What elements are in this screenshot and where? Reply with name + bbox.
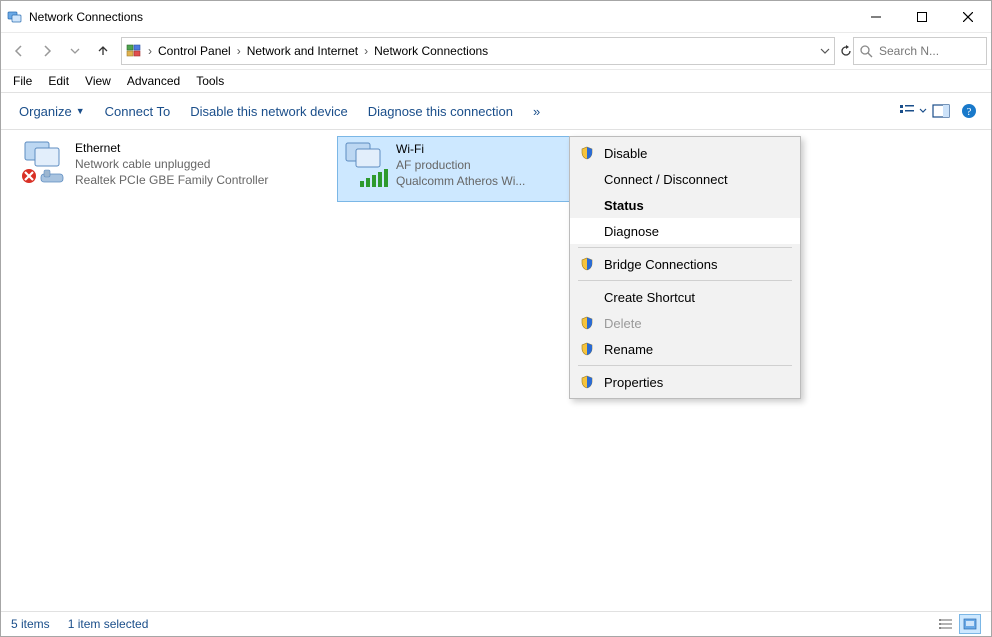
breadcrumb-0[interactable]: Control Panel bbox=[158, 44, 231, 58]
view-details-button[interactable] bbox=[935, 614, 957, 634]
shield-icon bbox=[578, 375, 596, 389]
context-item-label: Diagnose bbox=[604, 224, 659, 239]
svg-text:?: ? bbox=[967, 106, 972, 118]
view-tiles-button[interactable] bbox=[959, 614, 981, 634]
titlebar: Network Connections bbox=[1, 1, 991, 33]
connection-device: Realtek PCIe GBE Family Controller bbox=[75, 172, 283, 188]
back-button[interactable] bbox=[5, 37, 33, 65]
preview-pane-button[interactable] bbox=[927, 97, 955, 125]
context-item-label: Disable bbox=[604, 146, 647, 161]
breadcrumb-1[interactable]: Network and Internet bbox=[247, 44, 358, 58]
context-item-label: Bridge Connections bbox=[604, 257, 717, 272]
search-placeholder: Search N... bbox=[879, 44, 939, 58]
navbar: › Control Panel › Network and Internet ›… bbox=[1, 33, 991, 70]
maximize-button[interactable] bbox=[899, 2, 945, 32]
breadcrumb-sep: › bbox=[148, 44, 152, 58]
shield-icon bbox=[578, 146, 596, 160]
context-item-label: Create Shortcut bbox=[604, 290, 695, 305]
organize-button[interactable]: Organize▼ bbox=[9, 100, 95, 123]
breadcrumb-2[interactable]: Network Connections bbox=[374, 44, 488, 58]
connection-status: Network cable unplugged bbox=[75, 156, 283, 172]
context-item-label: Connect / Disconnect bbox=[604, 172, 728, 187]
menu-view[interactable]: View bbox=[77, 72, 119, 90]
connection-name: Wi-Fi bbox=[396, 141, 576, 157]
context-item-label: Status bbox=[604, 198, 644, 213]
context-item-create-shortcut[interactable]: Create Shortcut bbox=[570, 284, 800, 310]
wifi-icon bbox=[340, 139, 394, 193]
menu-tools[interactable]: Tools bbox=[188, 72, 232, 90]
context-item-label: Rename bbox=[604, 342, 653, 357]
context-item-rename[interactable]: Rename bbox=[570, 336, 800, 362]
connection-ethernet[interactable]: Ethernet Network cable unplugged Realtek… bbox=[17, 136, 285, 200]
up-button[interactable] bbox=[89, 37, 117, 65]
window: Network Connections › Control Panel › Ne… bbox=[0, 0, 992, 637]
context-item-diagnose[interactable]: Diagnose bbox=[570, 218, 800, 244]
disable-device-button[interactable]: Disable this network device bbox=[180, 100, 358, 123]
shield-icon bbox=[578, 342, 596, 356]
context-item-delete: Delete bbox=[570, 310, 800, 336]
context-item-properties[interactable]: Properties bbox=[570, 369, 800, 395]
forward-button[interactable] bbox=[33, 37, 61, 65]
ethernet-icon bbox=[19, 138, 73, 192]
menu-edit[interactable]: Edit bbox=[40, 72, 77, 90]
context-item-status[interactable]: Status bbox=[570, 192, 800, 218]
connection-device: Qualcomm Atheros Wi... bbox=[396, 173, 576, 189]
help-button[interactable]: ? bbox=[955, 97, 983, 125]
statusbar: 5 items 1 item selected bbox=[1, 611, 991, 636]
toolbar-more[interactable]: » bbox=[523, 100, 550, 123]
close-button[interactable] bbox=[945, 2, 991, 32]
toolbar: Organize▼ Connect To Disable this networ… bbox=[1, 92, 991, 130]
context-item-disable[interactable]: Disable bbox=[570, 140, 800, 166]
shield-icon bbox=[578, 257, 596, 271]
content-area[interactable]: Ethernet Network cable unplugged Realtek… bbox=[1, 130, 991, 611]
status-selection: 1 item selected bbox=[68, 617, 149, 631]
status-item-count: 5 items bbox=[11, 617, 50, 631]
connection-name: Ethernet bbox=[75, 140, 283, 156]
app-icon bbox=[7, 9, 23, 25]
refresh-button[interactable] bbox=[839, 44, 853, 58]
menu-advanced[interactable]: Advanced bbox=[119, 72, 188, 90]
context-item-label: Delete bbox=[604, 316, 642, 331]
context-item-label: Properties bbox=[604, 375, 663, 390]
address-bar[interactable]: › Control Panel › Network and Internet ›… bbox=[121, 37, 835, 65]
context-item-connect-disconnect[interactable]: Connect / Disconnect bbox=[570, 166, 800, 192]
minimize-button[interactable] bbox=[853, 2, 899, 32]
menu-file[interactable]: File bbox=[5, 72, 40, 90]
context-menu: Disable Connect / Disconnect Status Diagnos… bbox=[569, 136, 801, 399]
context-item-bridge-connections[interactable]: Bridge Connections bbox=[570, 251, 800, 277]
address-dropdown-icon[interactable] bbox=[820, 46, 830, 56]
search-icon bbox=[860, 45, 873, 58]
caret-down-icon: ▼ bbox=[76, 106, 85, 116]
views-dropdown[interactable] bbox=[899, 97, 927, 125]
recent-dropdown[interactable] bbox=[61, 37, 89, 65]
menubar: File Edit View Advanced Tools bbox=[1, 70, 991, 92]
window-title: Network Connections bbox=[29, 10, 143, 24]
connection-network: AF production bbox=[396, 157, 576, 173]
root-icon bbox=[126, 43, 142, 59]
search-box[interactable]: Search N... bbox=[853, 37, 987, 65]
connect-to-button[interactable]: Connect To bbox=[95, 100, 181, 123]
connection-wifi[interactable]: Wi-Fi AF production Qualcomm Atheros Wi.… bbox=[337, 136, 579, 202]
diagnose-button[interactable]: Diagnose this connection bbox=[358, 100, 523, 123]
shield-icon bbox=[578, 316, 596, 330]
